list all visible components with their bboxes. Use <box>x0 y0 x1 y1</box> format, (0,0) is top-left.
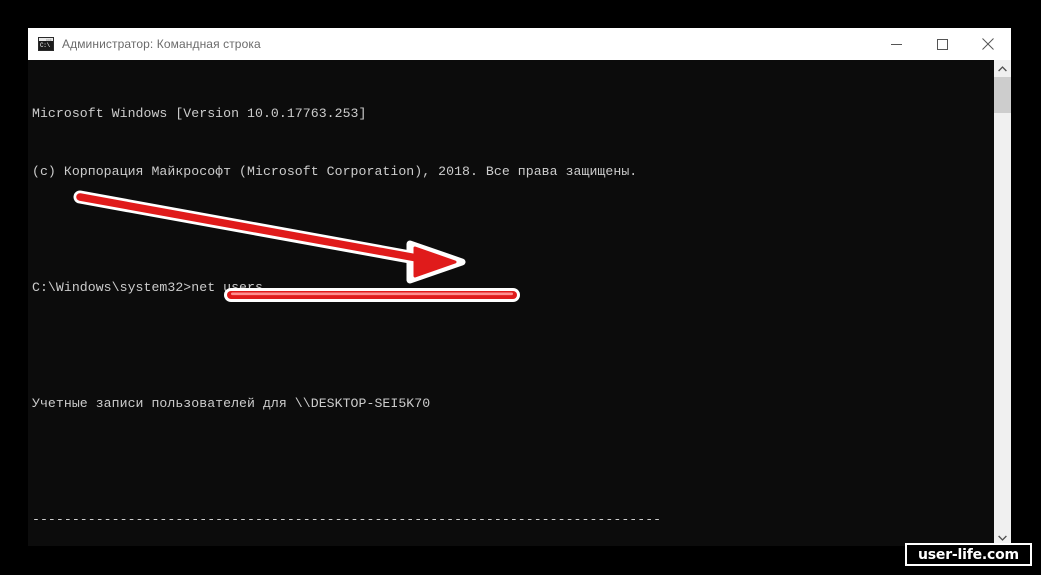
window-title-bar[interactable]: ••• C:\ Администратор: Командная строка <box>28 28 1011 60</box>
window-title-text: Администратор: Командная строка <box>62 37 261 51</box>
command-prompt-window: ••• C:\ Администратор: Командная строка <box>28 28 1011 546</box>
console-scrollbar[interactable] <box>993 60 1011 546</box>
minimize-button[interactable] <box>873 28 919 60</box>
chevron-down-icon <box>998 535 1007 541</box>
minimize-icon <box>890 43 902 45</box>
chevron-up-icon <box>998 65 1007 71</box>
console-line: (c) Корпорация Майкрософт (Microsoft Cor… <box>32 163 638 179</box>
console-line: Учетные записи пользователей для \\DESKT… <box>32 395 431 411</box>
console-line: Microsoft Windows [Version 10.0.17763.25… <box>32 105 367 121</box>
maximize-icon <box>936 38 948 50</box>
console-text-buffer: Microsoft Windows [Version 10.0.17763.25… <box>28 60 993 546</box>
watermark-text: user-life.com <box>918 546 1019 563</box>
maximize-button[interactable] <box>919 28 965 60</box>
console-output-area[interactable]: Microsoft Windows [Version 10.0.17763.25… <box>28 60 1011 546</box>
scrollbar-thumb[interactable] <box>994 77 1011 113</box>
scrollbar-up-button[interactable] <box>994 60 1011 77</box>
close-button[interactable] <box>965 28 1011 60</box>
window-controls <box>873 28 1011 60</box>
cmd-console-icon: ••• C:\ <box>38 37 54 51</box>
close-icon <box>982 38 994 50</box>
cmd-icon-prompt-text: C:\ <box>39 41 53 50</box>
console-line: C:\Windows\system32>net users <box>32 279 263 295</box>
console-line-separator: ----------------------------------------… <box>32 511 662 527</box>
watermark-badge: user-life.com <box>905 543 1032 566</box>
scrollbar-track[interactable] <box>994 77 1011 529</box>
